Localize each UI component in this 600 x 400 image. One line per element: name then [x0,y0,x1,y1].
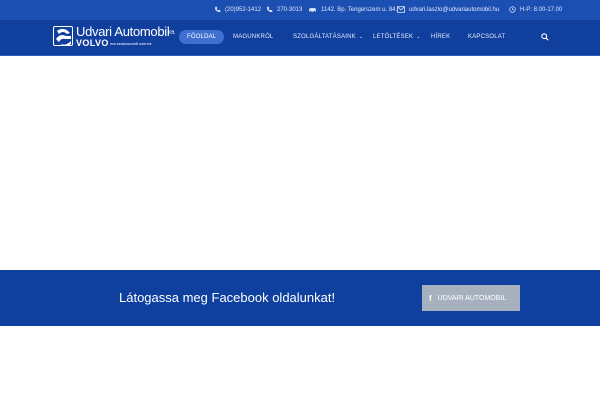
logo-tagline: ma szakosodott szerviz [110,41,152,46]
envelope-icon [397,6,405,13]
nav-item-label: LETÖLTÉSEK [373,34,414,40]
email-text: udvari.laszlo@udvariautomobil.hu [409,6,500,13]
nav-item-label: HÍREK [431,34,451,40]
nav-item-contact[interactable]: KAPCSOLAT [468,30,505,44]
opening-hours: H-P: 8.00-17.00 [509,6,562,13]
facebook-icon: f [429,293,432,303]
phone-1-text: (20)952-1412 [225,6,262,13]
chevron-down-icon: ⌄ [416,34,421,40]
phone-2-text: 270-3013 [277,6,303,13]
nav-item-label: KAPCSOLAT [468,34,506,40]
logo-suffix: Kft. [168,30,176,36]
logo-brand: VOLVO [76,38,109,48]
facebook-page-button[interactable]: f UDVARI AUTOMOBIL [422,285,520,311]
nav-item-downloads[interactable]: LETÖLTÉSEK ⌄ [373,30,421,44]
logo-title: Udvari Automobil [76,24,170,39]
nav-item-label: SZOLGÁLTATÁSAINK [293,34,356,40]
car-icon [309,8,316,13]
nav-item-label: FŐOLDAL [187,34,217,40]
hero-area [0,57,600,270]
search-icon[interactable] [541,33,549,41]
logo-emblem-icon [56,28,71,45]
phone-icon [215,6,221,12]
phone-icon [267,6,273,12]
top-info-bar: (20)952-1412 270-3013 1142. Bp. Tengersz… [0,0,600,20]
logo-emblem [53,26,73,46]
address-text: 1142. Bp. Tengerszem u. 84. [321,6,398,13]
main-header: Udvari Automobil Kft. VOLVO ma szakosodo… [0,20,600,56]
nav-item-services[interactable]: SZOLGÁLTATÁSAINK ⌄ [293,30,363,44]
facebook-section: Látogassa meg Facebook oldalunkat! f UDV… [0,270,600,326]
chevron-down-icon: ⌄ [358,34,364,40]
facebook-button-label: UDVARI AUTOMOBIL [437,294,507,302]
nav-item-news[interactable]: HÍREK [431,30,450,44]
address: 1142. Bp. Tengerszem u. 84. [308,6,397,13]
email[interactable]: udvari.laszlo@udvariautomobil.hu [397,6,499,13]
clock-icon [509,6,516,13]
nav-item-label: MAGUNKRÓL [233,34,274,40]
nav-item-about[interactable]: MAGUNKRÓL [233,30,273,44]
phone-2[interactable]: 270-3013 [266,6,302,13]
nav-item-home[interactable]: FŐOLDAL [179,30,225,44]
logo[interactable]: Udvari Automobil Kft. VOLVO ma szakosodo… [53,24,176,50]
hours-text: H-P: 8.00-17.00 [520,6,563,13]
phone-1[interactable]: (20)952-1412 [214,6,261,13]
facebook-invite-text: Látogassa meg Facebook oldalunkat! [119,290,336,305]
